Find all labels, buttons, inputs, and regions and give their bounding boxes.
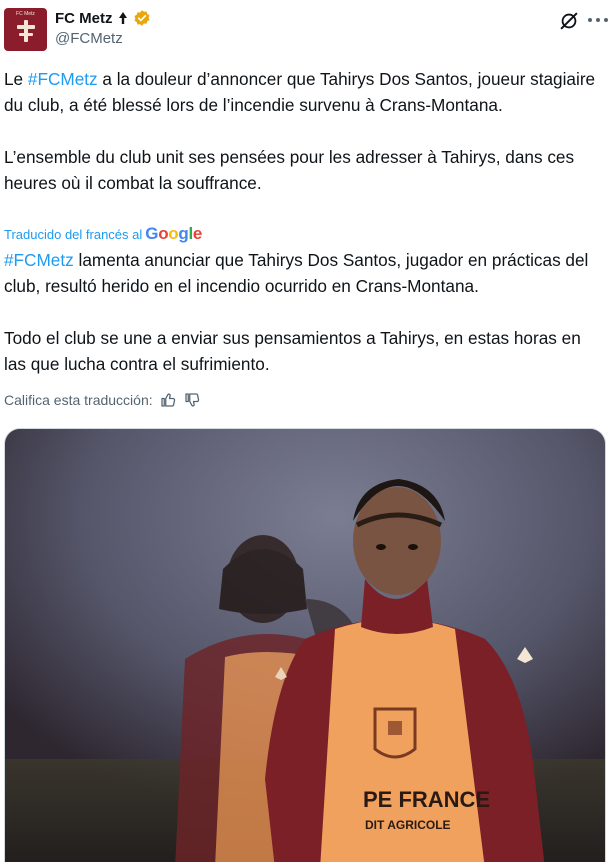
name-row: FC Metz [55, 8, 151, 28]
tweet-photo[interactable]: PE FRANCE DIT AGRICOLE [4, 428, 606, 862]
google-logo: Google [145, 224, 203, 243]
rate-translation: Califica esta traducción: [4, 389, 201, 411]
thumbs-up-icon[interactable] [159, 391, 177, 409]
club-cross-bar-lower [19, 33, 33, 36]
handle[interactable]: @FCMetz [55, 30, 123, 47]
tweet-text: Le #FCMetz a la douleur d’annoncer que T… [4, 66, 606, 196]
bib-sponsor-line1: PE FRANCE [363, 787, 490, 812]
more-dot [604, 18, 608, 22]
translation-attribution: Traducido del francés al Google [4, 224, 202, 244]
text-fragment: Le [4, 69, 28, 89]
arrow-up-icon [118, 12, 127, 24]
translation-paragraph-2: Todo el club se une a enviar sus pensami… [4, 328, 581, 374]
hashtag-link[interactable]: #FCMetz [28, 69, 98, 89]
tweet-header: FC Metz FC Metz @FCMetz [0, 0, 610, 62]
tweet-paragraph-1: Le #FCMetz a la douleur d’annoncer que T… [4, 66, 606, 118]
bib-sponsor-line2: DIT AGRICOLE [365, 818, 451, 832]
translated-label[interactable]: Traducido del francés al [4, 227, 142, 242]
rate-label: Califica esta traducción: [4, 392, 153, 408]
more-dot [588, 18, 592, 22]
hashtag-link[interactable]: #FCMetz [4, 250, 74, 270]
club-cross-icon [24, 20, 28, 42]
avatar[interactable]: FC Metz [4, 8, 47, 51]
more-dot [596, 18, 600, 22]
photo-illustration: PE FRANCE DIT AGRICOLE [5, 429, 605, 862]
text-fragment: lamenta anunciar que Tahirys Dos Santos,… [4, 250, 589, 296]
translation-paragraph-1: #FCMetz lamenta anunciar que Tahirys Dos… [4, 247, 606, 299]
thumbs-down-icon[interactable] [183, 391, 201, 409]
display-name[interactable]: FC Metz [55, 10, 113, 27]
grok-icon[interactable] [558, 10, 580, 32]
verified-badge-icon [134, 10, 149, 26]
club-cross-bar [17, 25, 35, 29]
tweet-paragraph-2: L’ensemble du club unit ses pensées pour… [4, 147, 575, 193]
translation-text: #FCMetz lamenta anunciar que Tahirys Dos… [4, 247, 606, 377]
avatar-text: FC Metz [16, 11, 35, 17]
more-options-icon[interactable] [588, 10, 608, 30]
